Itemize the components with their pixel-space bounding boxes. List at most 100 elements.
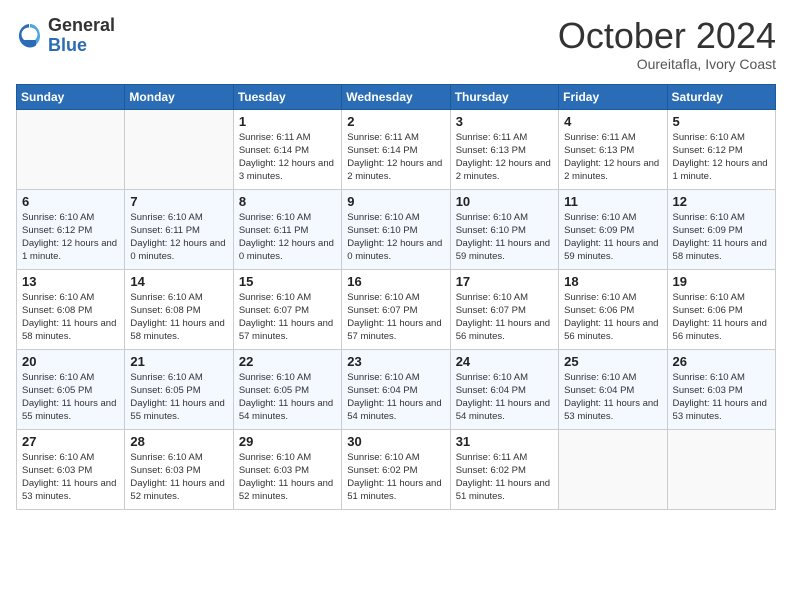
calendar-week-1: 1Sunrise: 6:11 AMSunset: 6:14 PMDaylight… (17, 109, 776, 189)
day-info: Sunrise: 6:10 AMSunset: 6:12 PMDaylight:… (22, 212, 117, 263)
calendar-cell: 30 Sunrise: 6:10 AMSunset: 6:02 PMDayligh… (342, 429, 450, 509)
day-number: 18 (564, 274, 661, 289)
calendar-cell: 24Sunrise: 6:10 AMSunset: 6:04 PMDayligh… (450, 349, 558, 429)
logo-icon (16, 22, 44, 50)
day-number: 22 (239, 354, 336, 369)
day-info: Sunrise: 6:10 AMSunset: 6:03 PMDaylight:… (22, 452, 116, 503)
day-number: 26 (673, 354, 770, 369)
calendar-cell: 4 Sunrise: 6:11 AMSunset: 6:13 PMDaylight… (559, 109, 667, 189)
day-number: 5 (673, 114, 770, 129)
calendar-cell: 25 Sunrise: 6:10 AMSunset: 6:04 PMDayligh… (559, 349, 667, 429)
day-number: 30 (347, 434, 444, 449)
day-info: Sunrise: 6:10 AMSunset: 6:02 PMDaylight:… (347, 452, 441, 503)
header-day-friday: Friday (559, 84, 667, 109)
day-info: Sunrise: 6:10 AMSunset: 6:03 PMDaylight:… (673, 372, 767, 423)
logo-blue: Blue (48, 36, 115, 56)
day-number: 17 (456, 274, 553, 289)
day-info: Sunrise: 6:10 AMSunset: 6:07 PMDaylight:… (456, 292, 550, 343)
calendar-cell: 18 Sunrise: 6:10 AMSunset: 6:06 PMDayligh… (559, 269, 667, 349)
day-number: 4 (564, 114, 661, 129)
day-info: Sunrise: 6:10 AMSunset: 6:05 PMDaylight:… (239, 372, 333, 423)
title-block: October 2024 Oureitafla, Ivory Coast (558, 16, 776, 72)
day-number: 27 (22, 434, 119, 449)
day-number: 1 (239, 114, 336, 129)
day-info: Sunrise: 6:10 AMSunset: 6:08 PMDaylight:… (22, 292, 116, 343)
day-info: Sunrise: 6:10 AMSunset: 6:10 PMDaylight:… (347, 212, 442, 263)
location: Oureitafla, Ivory Coast (558, 56, 776, 72)
calendar-week-4: 20 Sunrise: 6:10 AMSunset: 6:05 PMDayligh… (17, 349, 776, 429)
calendar-cell: 28Sunrise: 6:10 AMSunset: 6:03 PMDayligh… (125, 429, 233, 509)
calendar-cell: 20Sunrise: 6:10 AMSunset: 6:05 PMDayligh… (17, 349, 125, 429)
day-info: Sunrise: 6:10 AMSunset: 6:12 PMDaylight:… (673, 132, 768, 183)
day-number: 13 (22, 274, 119, 289)
calendar-cell: 1Sunrise: 6:11 AMSunset: 6:14 PMDaylight… (233, 109, 341, 189)
calendar-cell: 3 Sunrise: 6:11 AMSunset: 6:13 PMDaylight… (450, 109, 558, 189)
calendar-cell: 21Sunrise: 6:10 AMSunset: 6:05 PMDayligh… (125, 349, 233, 429)
day-number: 6 (22, 194, 119, 209)
calendar-cell: 5 Sunrise: 6:10 AMSunset: 6:12 PMDaylight… (667, 109, 775, 189)
header-day-tuesday: Tuesday (233, 84, 341, 109)
day-number: 8 (239, 194, 336, 209)
calendar-cell (667, 429, 775, 509)
calendar-cell (17, 109, 125, 189)
calendar-cell: 27 Sunrise: 6:10 AMSunset: 6:03 PMDayligh… (17, 429, 125, 509)
calendar-cell: 10 Sunrise: 6:10 AMSunset: 6:10 PMDayligh… (450, 189, 558, 269)
day-info: Sunrise: 6:10 AMSunset: 6:04 PMDaylight:… (347, 372, 441, 423)
logo-general: General (48, 16, 115, 36)
calendar-cell: 17 Sunrise: 6:10 AMSunset: 6:07 PMDayligh… (450, 269, 558, 349)
day-number: 25 (564, 354, 661, 369)
calendar-cell: 13 Sunrise: 6:10 AMSunset: 6:08 PMDayligh… (17, 269, 125, 349)
day-number: 20 (22, 354, 119, 369)
day-info: Sunrise: 6:10 AMSunset: 6:11 PMDaylight:… (130, 212, 225, 263)
calendar-cell: 15 Sunrise: 6:10 AMSunset: 6:07 PMDayligh… (233, 269, 341, 349)
day-info: Sunrise: 6:11 AMSunset: 6:13 PMDaylight:… (456, 132, 551, 183)
day-info: Sunrise: 6:10 AMSunset: 6:06 PMDaylight:… (564, 292, 658, 343)
day-info: Sunrise: 6:10 AMSunset: 6:05 PMDaylight:… (130, 372, 224, 423)
day-number: 19 (673, 274, 770, 289)
day-info: Sunrise: 6:10 AMSunset: 6:09 PMDaylight:… (564, 212, 658, 263)
calendar-cell (559, 429, 667, 509)
day-info: Sunrise: 6:10 AMSunset: 6:10 PMDaylight:… (456, 212, 550, 263)
day-number: 12 (673, 194, 770, 209)
header-day-thursday: Thursday (450, 84, 558, 109)
calendar-cell: 19 Sunrise: 6:10 AMSunset: 6:06 PMDayligh… (667, 269, 775, 349)
day-number: 29 (239, 434, 336, 449)
calendar-cell: 23 Sunrise: 6:10 AMSunset: 6:04 PMDayligh… (342, 349, 450, 429)
calendar-cell: 14 Sunrise: 6:10 AMSunset: 6:08 PMDayligh… (125, 269, 233, 349)
day-info: Sunrise: 6:11 AMSunset: 6:13 PMDaylight:… (564, 132, 659, 183)
day-number: 14 (130, 274, 227, 289)
day-info: Sunrise: 6:10 AMSunset: 6:06 PMDaylight:… (673, 292, 767, 343)
calendar-week-3: 13 Sunrise: 6:10 AMSunset: 6:08 PMDayligh… (17, 269, 776, 349)
day-number: 24 (456, 354, 553, 369)
day-info: Sunrise: 6:10 AMSunset: 6:03 PMDaylight:… (239, 452, 333, 503)
day-number: 11 (564, 194, 661, 209)
calendar-cell: 31 Sunrise: 6:11 AMSunset: 6:02 PMDayligh… (450, 429, 558, 509)
logo-text: General Blue (48, 16, 115, 56)
day-number: 31 (456, 434, 553, 449)
calendar-cell: 11 Sunrise: 6:10 AMSunset: 6:09 PMDayligh… (559, 189, 667, 269)
day-number: 7 (130, 194, 227, 209)
header-day-sunday: Sunday (17, 84, 125, 109)
page-header: General Blue October 2024 Oureitafla, Iv… (16, 16, 776, 72)
day-number: 3 (456, 114, 553, 129)
header-row: SundayMondayTuesdayWednesdayThursdayFrid… (17, 84, 776, 109)
day-number: 15 (239, 274, 336, 289)
day-info: Sunrise: 6:10 AMSunset: 6:04 PMDaylight:… (564, 372, 658, 423)
day-info: Sunrise: 6:10 AMSunset: 6:08 PMDaylight:… (130, 292, 224, 343)
logo: General Blue (16, 16, 115, 56)
calendar-cell: 26 Sunrise: 6:10 AMSunset: 6:03 PMDayligh… (667, 349, 775, 429)
day-number: 16 (347, 274, 444, 289)
day-info: Sunrise: 6:10 AMSunset: 6:07 PMDaylight:… (347, 292, 441, 343)
day-number: 10 (456, 194, 553, 209)
calendar-week-5: 27 Sunrise: 6:10 AMSunset: 6:03 PMDayligh… (17, 429, 776, 509)
calendar-cell (125, 109, 233, 189)
day-number: 23 (347, 354, 444, 369)
day-info: Sunrise: 6:11 AMSunset: 6:02 PMDaylight:… (456, 452, 550, 503)
calendar-cell: 16 Sunrise: 6:10 AMSunset: 6:07 PMDayligh… (342, 269, 450, 349)
calendar-cell: 2Sunrise: 6:11 AMSunset: 6:14 PMDaylight… (342, 109, 450, 189)
day-info: Sunrise: 6:10 AMSunset: 6:07 PMDaylight:… (239, 292, 333, 343)
calendar-cell: 22 Sunrise: 6:10 AMSunset: 6:05 PMDayligh… (233, 349, 341, 429)
day-number: 28 (130, 434, 227, 449)
calendar-cell: 9Sunrise: 6:10 AMSunset: 6:10 PMDaylight… (342, 189, 450, 269)
calendar-week-2: 6 Sunrise: 6:10 AMSunset: 6:12 PMDaylight… (17, 189, 776, 269)
